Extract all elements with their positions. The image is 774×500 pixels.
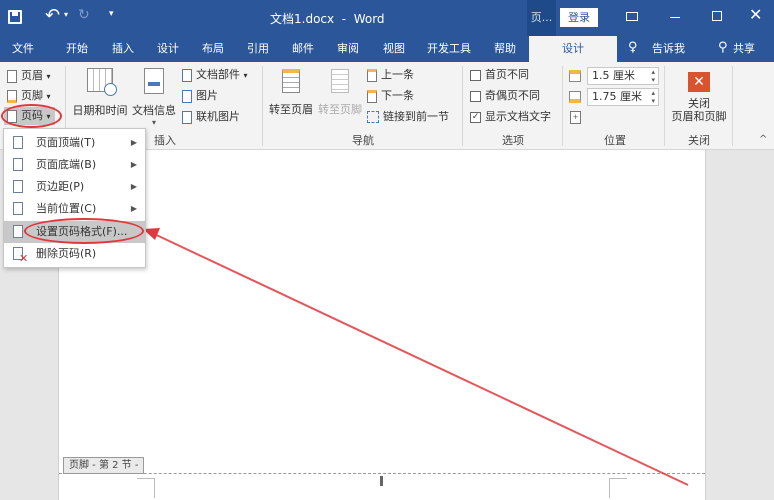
menu-item-label: 页面底端(B): [36, 158, 97, 171]
menu-item-top-of-page[interactable]: 页面顶端(T) ▶: [4, 132, 145, 154]
submenu-arrow-icon: ▶: [130, 182, 137, 191]
menu-item-label: 删除页码(R): [36, 247, 97, 260]
menu-item-label: 页面顶端(T): [36, 136, 96, 149]
current-position-icon: [13, 202, 23, 215]
menu-item-label: 页边距(P): [36, 180, 85, 193]
submenu-arrow-icon: ▶: [130, 204, 137, 213]
annotation-arrow-line: [149, 231, 689, 486]
format-page-numbers-icon: [13, 225, 23, 238]
menu-item-remove-page-numbers[interactable]: ✕ 删除页码(R): [4, 243, 145, 265]
page-margins-icon: [13, 180, 23, 193]
menu-item-bottom-of-page[interactable]: 页面底端(B) ▶: [4, 154, 145, 176]
menu-item-page-margins[interactable]: 页边距(P) ▶: [4, 176, 145, 198]
submenu-arrow-icon: ▶: [130, 160, 137, 169]
menu-item-current-position[interactable]: 当前位置(C) ▶: [4, 198, 145, 220]
format-highlight-circle: [24, 218, 144, 244]
menu-item-label: 当前位置(C): [36, 202, 97, 215]
page-bottom-icon: [13, 158, 23, 171]
page-number-menu: 页面顶端(T) ▶ 页面底端(B) ▶ 页边距(P) ▶ 当前位置(C) ▶ 设…: [3, 128, 146, 268]
submenu-arrow-icon: ▶: [130, 138, 137, 147]
page-top-icon: [13, 136, 23, 149]
red-x-icon: ✕: [19, 252, 29, 265]
